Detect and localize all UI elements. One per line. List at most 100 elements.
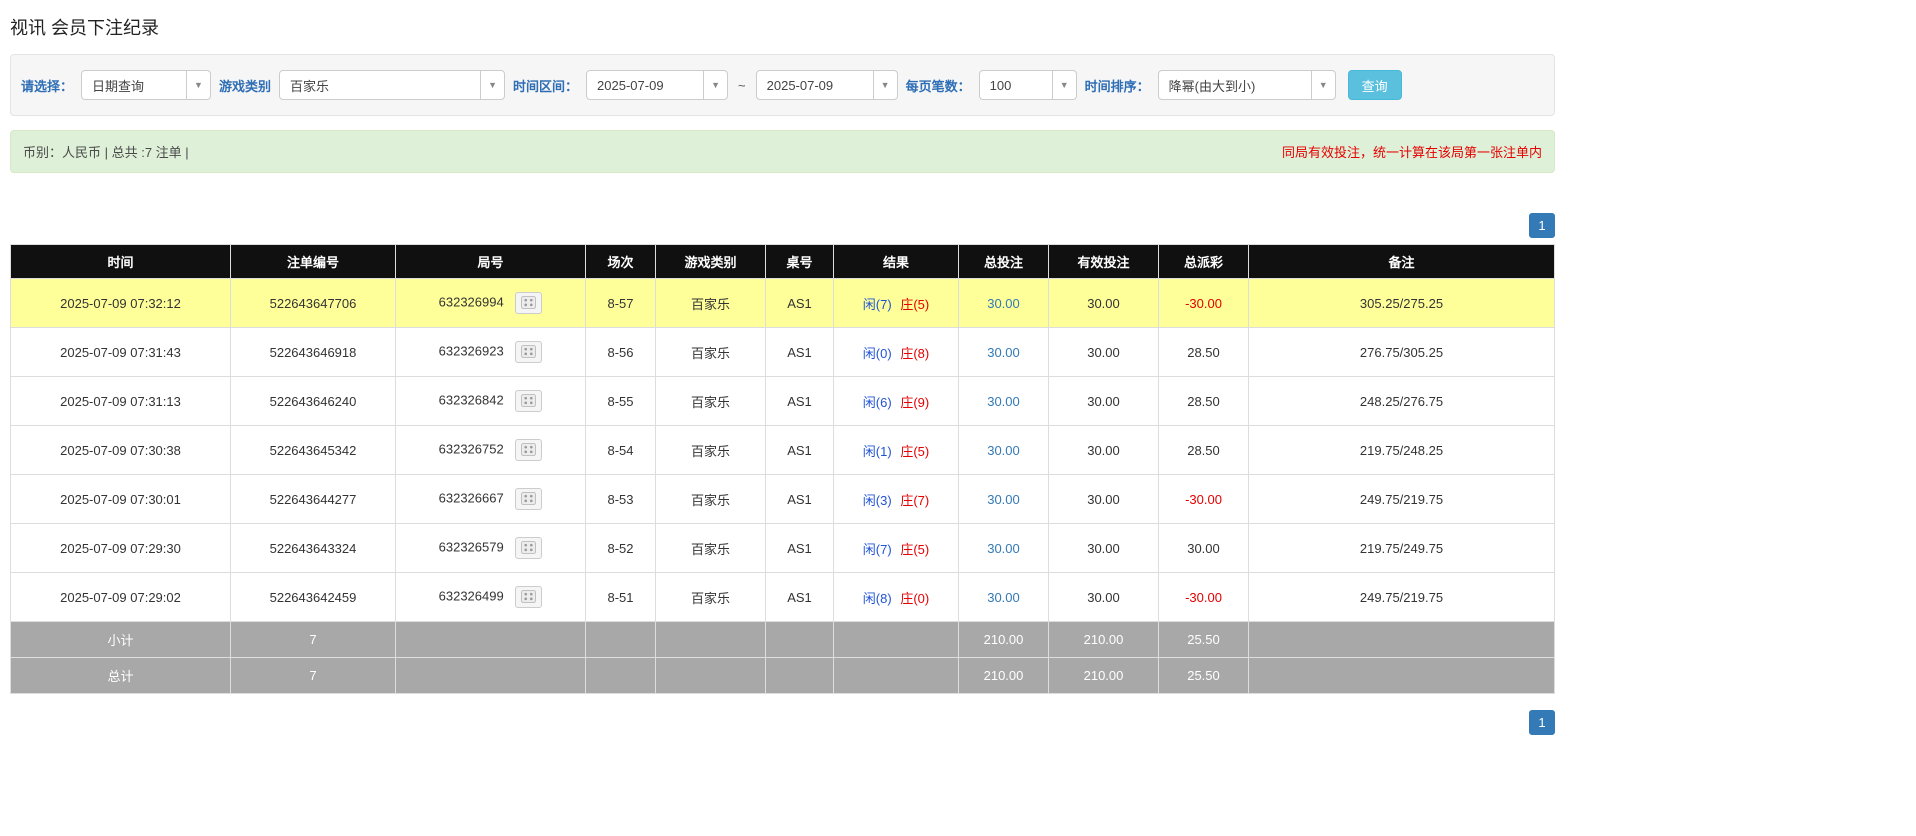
total-bet-link[interactable]: 30.00	[987, 590, 1020, 605]
cell-bet-no: 522643645342	[230, 425, 396, 475]
video-replay-icon[interactable]	[515, 341, 543, 363]
table-row: 2025-07-09 07:29:30 522643643324 6323265…	[10, 523, 1555, 573]
summary-cell	[655, 621, 766, 658]
cell-time: 2025-07-09 07:29:30	[10, 523, 231, 573]
cell-session: 8-54	[585, 425, 656, 475]
date-range-separator: ~	[738, 77, 746, 93]
cell-note: 219.75/249.75	[1248, 523, 1555, 573]
summary-cell: 总计	[10, 657, 231, 694]
cell-game-type: 百家乐	[655, 572, 766, 622]
cell-bet-no: 522643642459	[230, 572, 396, 622]
cell-payout: 30.00	[1158, 523, 1249, 573]
column-header: 桌号	[765, 244, 834, 279]
cell-total-bet: 30.00	[958, 278, 1049, 328]
round-no-text: 632326667	[438, 490, 504, 506]
cell-table-no: AS1	[765, 278, 834, 328]
cell-game-type: 百家乐	[655, 474, 766, 524]
cell-session: 8-53	[585, 474, 656, 524]
game-type-value: 百家乐	[290, 78, 330, 94]
cell-result: 闲(3) 庄(7)	[833, 474, 959, 524]
summary-cell	[765, 657, 834, 694]
round-no-text: 632326499	[438, 588, 504, 604]
cell-round-no: 632326842	[395, 376, 586, 426]
cell-note: 249.75/219.75	[1248, 474, 1555, 524]
summary-cell: 210.00	[958, 657, 1049, 694]
cell-round-no: 632326579	[395, 523, 586, 573]
round-no-text: 632326994	[438, 294, 504, 310]
video-replay-icon[interactable]	[515, 488, 543, 510]
cell-payout: -30.00	[1158, 572, 1249, 622]
summary-cell: 25.50	[1158, 657, 1249, 694]
summary-cell	[395, 621, 586, 658]
result-banker: 庄(8)	[900, 345, 930, 361]
cell-valid-bet: 30.00	[1048, 376, 1159, 426]
cell-table-no: AS1	[765, 327, 834, 377]
page-1-button[interactable]: 1	[1529, 213, 1555, 238]
summary-row: 总计 7 210.00 210.00 25.50	[10, 657, 1555, 694]
cell-bet-no: 522643643324	[230, 523, 396, 573]
cell-round-no: 632326667	[395, 474, 586, 524]
table-row: 2025-07-09 07:32:12 522643647706 6323269…	[10, 278, 1555, 328]
query-type-label: 请选择：	[21, 78, 74, 94]
page-title: 视讯 会员下注纪录	[10, 18, 160, 38]
summary-cell	[833, 621, 959, 658]
total-bet-link[interactable]: 30.00	[987, 541, 1020, 556]
page-1-button[interactable]: 1	[1529, 710, 1555, 735]
total-bet-link[interactable]: 30.00	[987, 394, 1020, 409]
summary-cell	[1248, 621, 1555, 658]
per-page-select[interactable]: 100 ▼	[978, 70, 1077, 100]
cell-valid-bet: 30.00	[1048, 523, 1159, 573]
table-row: 2025-07-09 07:30:38 522643645342 6323267…	[10, 425, 1555, 475]
summary-row: 小计 7 210.00 210.00 25.50	[10, 621, 1555, 658]
video-replay-icon[interactable]	[515, 292, 543, 314]
game-type-select[interactable]: 百家乐 ▼	[279, 70, 506, 100]
cell-round-no: 632326994	[395, 278, 586, 328]
total-bet-link[interactable]: 30.00	[987, 345, 1020, 360]
result-banker: 庄(5)	[900, 541, 930, 557]
cell-result: 闲(7) 庄(5)	[833, 523, 959, 573]
column-header: 场次	[585, 244, 656, 279]
cell-payout: -30.00	[1158, 474, 1249, 524]
video-replay-icon[interactable]	[515, 390, 543, 412]
sort-select[interactable]: 降幂(由大到小) ▼	[1157, 70, 1336, 100]
summary-cell	[655, 657, 766, 694]
total-bet-link[interactable]: 30.00	[987, 443, 1020, 458]
date-to-value: 2025-07-09	[766, 77, 834, 93]
summary-cell	[395, 657, 586, 694]
page-container: 视讯 会员下注纪录 请选择： 日期查询 ▼ 游戏类别 百家乐 ▼ 时间区间： 2…	[10, 0, 1555, 735]
table-row: 2025-07-09 07:30:01 522643644277 6323266…	[10, 474, 1555, 524]
cell-bet-no: 522643644277	[230, 474, 396, 524]
cell-valid-bet: 30.00	[1048, 278, 1159, 328]
total-bet-link[interactable]: 30.00	[987, 296, 1020, 311]
result-player: 闲(0)	[862, 345, 892, 361]
cell-game-type: 百家乐	[655, 425, 766, 475]
cell-table-no: AS1	[765, 572, 834, 622]
total-bet-link[interactable]: 30.00	[987, 492, 1020, 507]
cell-total-bet: 30.00	[958, 376, 1049, 426]
cell-note: 249.75/219.75	[1248, 572, 1555, 622]
date-to-select[interactable]: 2025-07-09 ▼	[755, 70, 898, 100]
round-no-text: 632326923	[438, 343, 504, 359]
game-type-label: 游戏类别	[219, 78, 272, 94]
search-button[interactable]: 查询	[1347, 70, 1402, 100]
cell-note: 305.25/275.25	[1248, 278, 1555, 328]
table-row: 2025-07-09 07:29:02 522643642459 6323264…	[10, 572, 1555, 622]
cell-game-type: 百家乐	[655, 523, 766, 573]
round-no-text: 632326842	[438, 392, 504, 408]
video-replay-icon[interactable]	[515, 537, 543, 559]
cell-bet-no: 522643647706	[230, 278, 396, 328]
cell-session: 8-55	[585, 376, 656, 426]
cell-result: 闲(8) 庄(0)	[833, 572, 959, 622]
column-header: 备注	[1248, 244, 1555, 279]
cell-game-type: 百家乐	[655, 327, 766, 377]
cell-total-bet: 30.00	[958, 474, 1049, 524]
cell-result: 闲(1) 庄(5)	[833, 425, 959, 475]
query-type-select[interactable]: 日期查询 ▼	[81, 70, 212, 100]
date-from-select[interactable]: 2025-07-09 ▼	[586, 70, 729, 100]
video-replay-icon[interactable]	[515, 586, 543, 608]
video-replay-icon[interactable]	[515, 439, 543, 461]
result-banker: 庄(5)	[900, 296, 930, 312]
summary-cell: 7	[230, 657, 396, 694]
summary-cell	[1248, 657, 1555, 694]
cell-session: 8-51	[585, 572, 656, 622]
